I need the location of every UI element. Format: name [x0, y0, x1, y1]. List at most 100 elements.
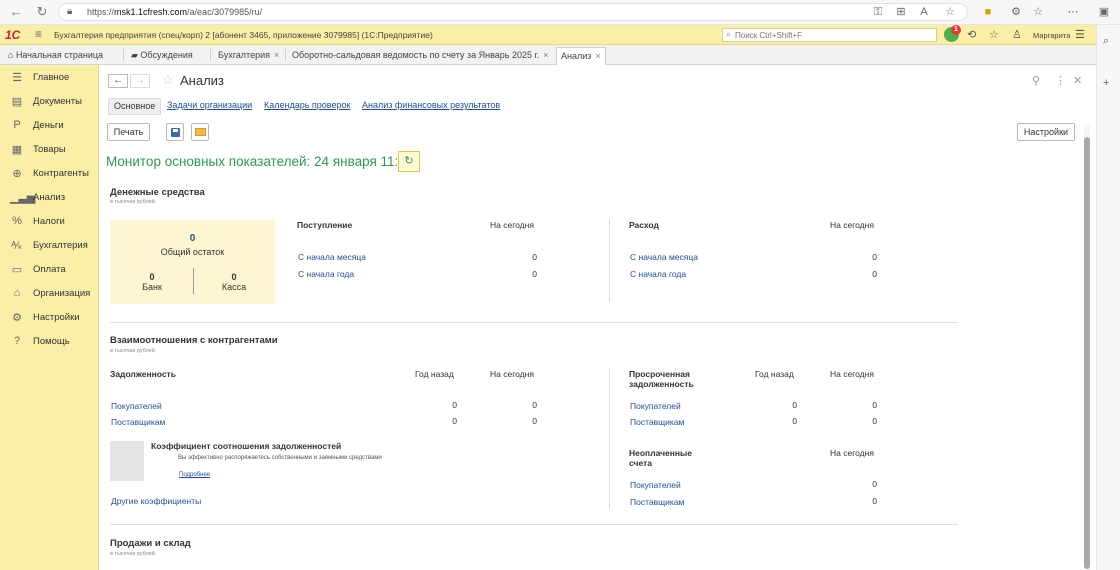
refresh-icon[interactable]: ↻ [398, 151, 420, 172]
expense-month-link[interactable]: С начала месяца [630, 252, 698, 262]
user-icon[interactable]: ♙ [1012, 28, 1022, 41]
debt-suppliers-year: 0 [452, 416, 457, 426]
total-balance-value[interactable]: 0 [110, 233, 275, 244]
expense-year-link[interactable]: С начала года [630, 269, 686, 279]
close-icon[interactable]: × [595, 51, 600, 61]
ratio-more-link[interactable]: Подробнее [179, 472, 210, 478]
cashbox-value: 0 [231, 272, 237, 282]
handshake-icon: ⊕ [12, 168, 22, 180]
back-arrow-icon[interactable]: ← [108, 74, 128, 88]
section-divider [110, 524, 958, 525]
sidebar-item-documents[interactable]: ▤ Документы [0, 92, 99, 112]
sidebar-item-settings[interactable]: ⚙ Настройки [0, 308, 99, 328]
address-bar[interactable]: 🔒︎ https://msk1.1cfresh.com/a/eac/307998… [58, 3, 968, 21]
forward-arrow-icon[interactable]: → [130, 74, 150, 88]
user-name[interactable]: Маргарита [1033, 31, 1070, 40]
sidebar-item-main[interactable]: ☰ Главное [0, 68, 99, 88]
extensions-puzzle-icon[interactable]: ⚙ [1008, 4, 1024, 20]
debt-customers-link[interactable]: Покупателей [111, 401, 162, 411]
link-icon[interactable]: ⚲ [1032, 74, 1040, 87]
sales-section-title: Продажи и склад [110, 538, 191, 549]
income-year-value: 0 [532, 269, 537, 279]
section-divider [110, 322, 958, 323]
favorite-star-icon[interactable]: ☆ [162, 72, 174, 88]
ratio-chart-placeholder [110, 441, 144, 481]
overdue-customers-link[interactable]: Покупателей [630, 401, 681, 411]
main-menu-icon[interactable]: ≡ [35, 27, 42, 41]
payment-icon: ▭ [11, 264, 23, 276]
settings-button[interactable]: Настройки [1017, 123, 1075, 141]
search-icon[interactable]: ⌕ [1103, 35, 1109, 48]
url-text: https://msk1.1cfresh.com/a/eac/3079985/r… [87, 7, 263, 17]
favorites-list-icon[interactable]: ☆ [1030, 4, 1046, 20]
other-ratios-link[interactable]: Другие коэффициенты [111, 496, 201, 506]
extension-icon[interactable]: ■ [980, 4, 996, 20]
more-icon[interactable]: ⋯ [1065, 4, 1081, 20]
subtab-inspection-calendar[interactable]: Календарь проверок [264, 98, 350, 115]
more-actions-icon[interactable]: ⋮ [1055, 74, 1066, 87]
apps-icon[interactable]: ⊞ [893, 4, 909, 20]
open-windows-bar: ⌂ Начальная страница ▰ Обсуждения Бухгал… [0, 45, 1096, 65]
email-button[interactable] [191, 123, 209, 141]
add-icon[interactable]: + [1103, 77, 1109, 89]
tab-home[interactable]: ⌂ Начальная страница [4, 47, 107, 63]
overdue-col-year: Год назад [755, 369, 794, 379]
grid-icon: ▦ [11, 144, 23, 156]
debt-suppliers-link[interactable]: Поставщикам [111, 417, 165, 427]
subtab-main[interactable]: Основное [108, 98, 162, 115]
expense-month-value: 0 [872, 252, 877, 262]
subtab-financial-results[interactable]: Анализ финансовых результатов [362, 98, 500, 115]
overdue-suppliers-year: 0 [792, 416, 797, 426]
key-icon[interactable]: ⚿ [870, 4, 886, 20]
close-icon[interactable]: × [543, 50, 548, 60]
close-icon[interactable]: × [274, 50, 279, 60]
sidebar-item-accounting[interactable]: ᴬ⁄ₖ Бухгалтерия [0, 236, 99, 256]
search-icon: ⌕ [726, 29, 732, 39]
cash-balance-box: 0 Общий остаток 0 Банк 0 Касса [110, 220, 275, 304]
sidebar-item-analysis[interactable]: ▁▃▅ Анализ [0, 188, 99, 208]
search-input[interactable] [735, 30, 930, 41]
cash-section-title: Денежные средства [110, 187, 205, 198]
sidebar-item-organization[interactable]: ⌂ Организация [0, 284, 99, 304]
unpaid-customers-link[interactable]: Покупателей [630, 480, 681, 490]
favorites-icon[interactable]: ☆ [989, 28, 999, 41]
tab-accounting[interactable]: Бухгалтерия × [214, 47, 283, 63]
tab-analysis[interactable]: Анализ × [556, 47, 606, 65]
ruble-icon: Р [13, 119, 21, 131]
ratio-text: Вы эффективно распоряжаетесь собственным… [178, 455, 382, 461]
sidebar-item-taxes[interactable]: % Налоги [0, 212, 99, 232]
income-month-link[interactable]: С начала месяца [298, 252, 366, 262]
income-header: Поступление [297, 220, 353, 230]
analysis-form: ← → ☆ Анализ ⚲ ⋮ ✕ Основное Задачи орган… [100, 65, 1096, 570]
cash-units: в тысячах рублей [110, 199, 155, 205]
counterparties-units: в тысячах рублей [110, 348, 155, 354]
close-icon[interactable]: ✕ [1073, 74, 1082, 87]
unpaid-suppliers-link[interactable]: Поставщикам [630, 497, 684, 507]
sidebar-item-money[interactable]: Р Деньги [0, 116, 99, 136]
debt-customers-today: 0 [532, 400, 537, 410]
sidebar-item-payment[interactable]: ▭ Оплата [0, 260, 99, 280]
sidebar-toggle-icon[interactable]: ▣ [1096, 4, 1112, 20]
read-aloud-icon[interactable]: A [916, 4, 932, 20]
income-year-link[interactable]: С начала года [298, 269, 354, 279]
scrollbar-thumb[interactable] [1084, 137, 1090, 569]
history-icon[interactable]: ⟲ [967, 28, 976, 41]
sidebar-item-counterparties[interactable]: ⊕ Контрагенты [0, 164, 99, 184]
sidebar-item-goods[interactable]: ▦ Товары [0, 140, 99, 160]
sidebar-item-help[interactable]: ? Помощь [0, 332, 99, 352]
debt-col-year: Год назад [415, 369, 454, 379]
subtab-org-tasks[interactable]: Задачи организации [167, 98, 252, 115]
overdue-suppliers-link[interactable]: Поставщикам [630, 417, 684, 427]
income-month-value: 0 [532, 252, 537, 262]
tab-turnover-sheet[interactable]: Оборотно-сальдовая ведомость по счету за… [288, 47, 552, 63]
tab-discussions[interactable]: ▰ Обсуждения [127, 47, 197, 63]
browser-back-icon[interactable]: ← [8, 4, 24, 20]
global-search[interactable]: ⌕ [722, 28, 937, 42]
app-menu-icon[interactable]: ☰ [1075, 28, 1085, 41]
save-button[interactable] [166, 123, 184, 141]
debt-col-today: На сегодня [490, 369, 534, 379]
browser-reload-icon[interactable]: ↻ [34, 4, 50, 20]
print-button[interactable]: Печать [107, 123, 150, 141]
question-icon: ? [13, 335, 21, 347]
favorite-star-icon[interactable]: ☆ [942, 4, 958, 20]
